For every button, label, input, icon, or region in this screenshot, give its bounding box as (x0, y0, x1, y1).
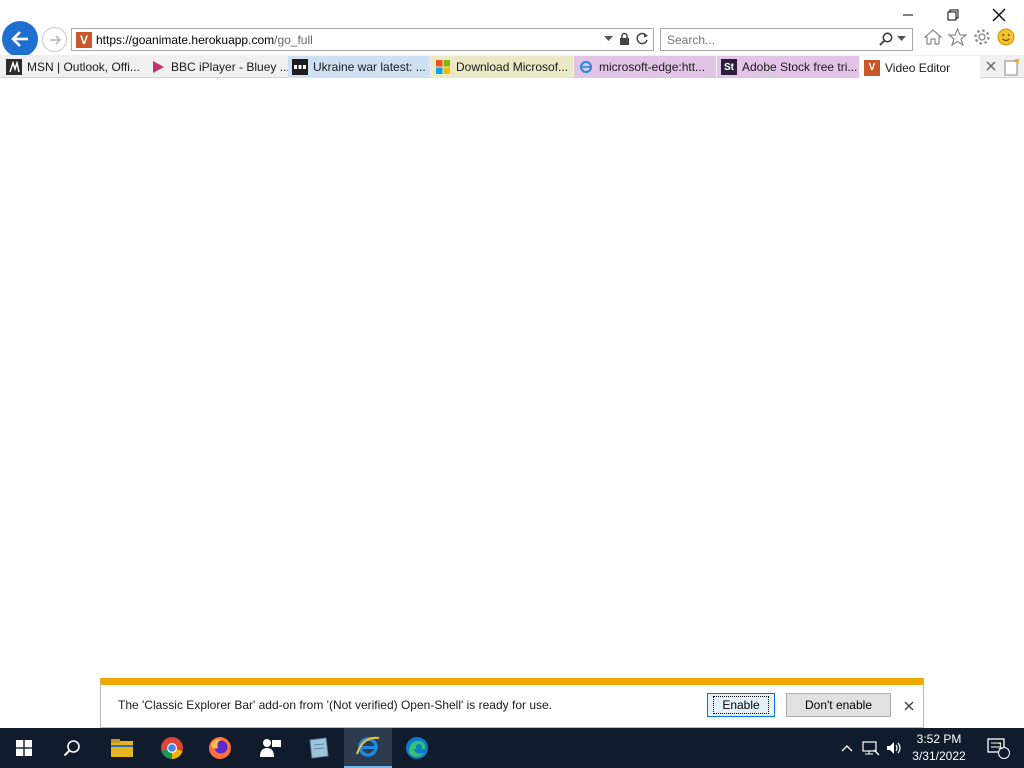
new-tab-icon (1004, 59, 1019, 76)
volume-button[interactable] (884, 728, 906, 768)
forward-button[interactable] (42, 27, 67, 52)
back-button[interactable] (2, 21, 38, 57)
chrome-icon (161, 737, 183, 759)
vyond-icon: V (864, 59, 880, 76)
tab-label: Video Editor (885, 60, 951, 75)
clock-date: 3/31/2022 (912, 749, 966, 763)
start-icon (16, 740, 32, 756)
microsoft-icon (435, 59, 451, 75)
favorites-star-icon[interactable] (948, 28, 967, 46)
msn-icon (6, 59, 22, 75)
notification-message: The 'Classic Explorer Bar' add-on from '… (118, 698, 552, 712)
restore-button[interactable] (930, 2, 976, 28)
close-tab-button[interactable] (983, 58, 999, 74)
enable-button-label: Enable (713, 696, 769, 714)
close-icon (904, 701, 914, 711)
address-bar[interactable]: V https://goanimate.herokuapp.com/go_ful… (71, 28, 654, 51)
url-host: https://goanimate.herokuapp.com (96, 33, 275, 47)
tab-bbc-iplayer[interactable]: BBC iPlayer - Bluey ... (146, 56, 288, 78)
ie-icon (578, 59, 594, 75)
show-hidden-icons-button[interactable] (838, 728, 856, 768)
taskbar-search-button[interactable] (48, 728, 96, 768)
url-text[interactable]: https://goanimate.herokuapp.com/go_full (96, 33, 313, 47)
search-dropdown-icon[interactable] (897, 36, 906, 42)
page-content[interactable] (0, 78, 1024, 678)
title-bar: V https://goanimate.herokuapp.com/go_ful… (0, 0, 1024, 57)
start-button[interactable] (0, 728, 48, 768)
search-icon[interactable] (879, 32, 893, 46)
dropdown-icon[interactable] (604, 35, 613, 42)
iplayer-icon (150, 59, 166, 75)
tab-video-editor[interactable]: V Video Editor (860, 56, 980, 79)
site-favicon: V (76, 32, 92, 48)
restore-icon (947, 9, 959, 21)
action-center-button[interactable]: 1 (976, 728, 1020, 768)
gear-icon[interactable] (973, 28, 991, 46)
search-icon (63, 740, 80, 757)
clock-time: 3:52 PM (916, 732, 962, 746)
search-input[interactable] (667, 33, 867, 47)
volume-icon (887, 742, 901, 754)
dont-enable-button[interactable]: Don't enable (786, 693, 891, 717)
sky-news-icon (292, 59, 308, 75)
tab-microsoft-edge[interactable]: microsoft-edge:htt... (574, 56, 716, 78)
file-explorer-icon (111, 739, 133, 757)
chevron-up-icon (841, 745, 853, 752)
edge-button[interactable] (393, 728, 441, 768)
internet-explorer-icon (356, 736, 380, 757)
refresh-icon[interactable] (636, 32, 649, 45)
tab-label: Download Microsof... (456, 60, 569, 74)
firefox-icon (209, 737, 231, 759)
dont-enable-button-label: Don't enable (804, 698, 872, 712)
tab-label: Ukraine war latest: ... (313, 60, 426, 74)
network-icon (862, 741, 880, 756)
notepad-icon (309, 737, 329, 759)
home-icon[interactable] (924, 28, 942, 46)
url-path: /go_full (274, 33, 313, 47)
new-tab-button[interactable] (1002, 57, 1022, 77)
tab-ukraine-news[interactable]: Ukraine war latest: ... (288, 56, 430, 78)
tab-adobe-stock[interactable]: St Adobe Stock free tri... (717, 56, 859, 78)
address-bar-icons (604, 32, 649, 45)
clock[interactable]: 3:52 PM 3/31/2022 (905, 731, 973, 765)
enable-button[interactable]: Enable (707, 693, 775, 717)
minimize-icon (903, 14, 913, 16)
search-icons (879, 32, 906, 46)
tab-strip: MSN | Outlook, Offi... BBC iPlayer - Blu… (0, 55, 1024, 79)
tab-label: MSN | Outlook, Offi... (27, 60, 140, 74)
internet-explorer-button[interactable] (344, 728, 392, 768)
close-window-button[interactable] (976, 2, 1022, 28)
tab-label: microsoft-edge:htt... (599, 60, 706, 74)
people-icon (260, 739, 281, 757)
minimize-button[interactable] (885, 2, 931, 28)
browser-window: V https://goanimate.herokuapp.com/go_ful… (0, 0, 1024, 768)
edge-icon (406, 737, 428, 759)
adobe-stock-icon: St (721, 59, 737, 75)
file-explorer-button[interactable] (98, 728, 146, 768)
forward-arrow-icon (49, 34, 61, 45)
firefox-button[interactable] (196, 728, 244, 768)
people-button[interactable] (246, 728, 294, 768)
close-icon (986, 61, 996, 71)
feedback-smiley-icon[interactable] (997, 28, 1015, 46)
tab-label: BBC iPlayer - Bluey ... (171, 60, 288, 74)
notification-bar: The 'Classic Explorer Bar' add-on from '… (100, 678, 924, 728)
network-button[interactable] (860, 728, 882, 768)
close-icon (992, 8, 1006, 22)
notification-count-badge: 1 (998, 741, 1004, 751)
notification-close-button[interactable] (902, 699, 916, 713)
toolbar-icons (924, 28, 1015, 46)
lock-icon[interactable] (619, 32, 630, 45)
tab-msn[interactable]: MSN | Outlook, Offi... (2, 56, 146, 78)
tab-download-microsoft[interactable]: Download Microsof... (431, 56, 573, 78)
taskbar: 3:52 PM 3/31/2022 1 (0, 728, 1024, 768)
search-box[interactable] (660, 28, 913, 51)
chrome-button[interactable] (148, 728, 196, 768)
notepad-button[interactable] (294, 728, 342, 768)
back-arrow-icon (11, 31, 28, 47)
tab-label: Adobe Stock free tri... (742, 60, 858, 74)
